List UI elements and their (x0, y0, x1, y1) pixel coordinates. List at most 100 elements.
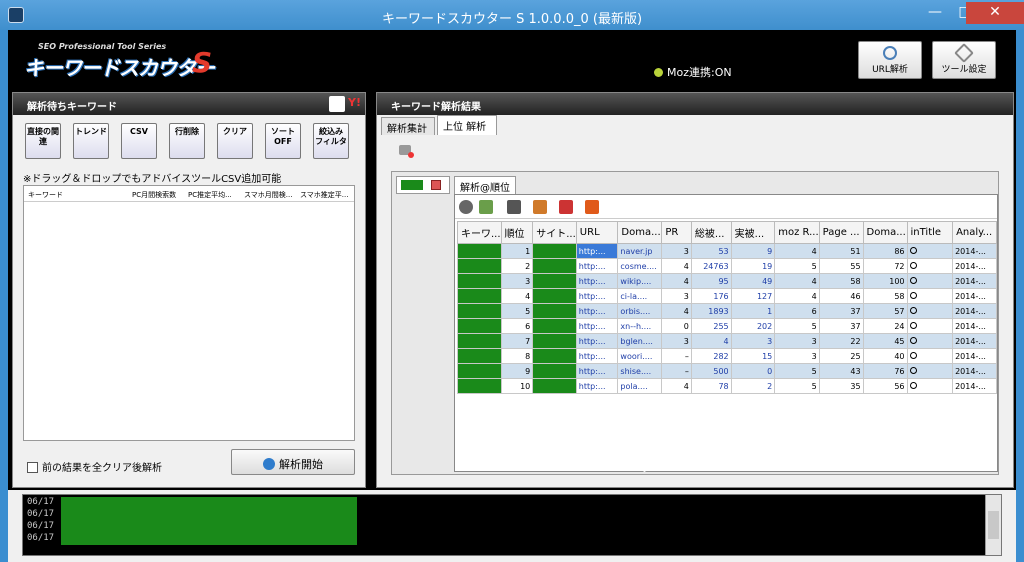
sort-off-button[interactable]: ソートOFF (265, 123, 301, 159)
col-real-backlinks-header[interactable]: 実被... (730, 221, 776, 244)
cell-pr[interactable]: – (661, 348, 692, 364)
cell-page-authority[interactable]: 37 (818, 303, 864, 319)
export-icon[interactable] (479, 200, 493, 214)
keyword-list[interactable]: キーワード PC月間検索数 PC推定平均... スマホ月間検... スマホ推定平… (23, 185, 355, 441)
cell-real-backlinks[interactable]: 202 (730, 318, 776, 334)
cell-analysis-date[interactable]: 2014-... (952, 318, 997, 334)
cell-intitle[interactable] (906, 303, 954, 319)
cell-total-backlinks[interactable]: 1893 (690, 303, 732, 319)
cell-rank[interactable]: 6 (500, 318, 534, 334)
cell-total-backlinks[interactable]: 255 (690, 318, 732, 334)
cell-url[interactable]: http:... (575, 273, 619, 289)
cell-total-backlinks[interactable]: 78 (690, 378, 732, 394)
cell-keyword[interactable] (457, 303, 502, 319)
table-row[interactable]: 7 http:... bglen.... 3 4 3 3 22 45 2014-... (457, 333, 997, 349)
cell-domain-authority[interactable]: 57 (862, 303, 908, 319)
cell-page-authority[interactable]: 22 (818, 333, 864, 349)
cell-analysis-date[interactable]: 2014-... (952, 363, 997, 379)
cell-real-backlinks[interactable]: 1 (730, 303, 776, 319)
cell-keyword[interactable] (457, 318, 502, 334)
cell-intitle[interactable] (906, 378, 954, 394)
col-sp-avg[interactable]: スマホ推定平... (300, 190, 348, 200)
cell-moz-rank[interactable]: 5 (774, 258, 820, 274)
cell-moz-rank[interactable]: 4 (774, 243, 820, 259)
cell-pr[interactable]: – (661, 363, 692, 379)
cell-domain-authority[interactable]: 100 (862, 273, 908, 289)
start-analysis-button[interactable]: 解析開始 (231, 449, 355, 475)
cell-site[interactable] (532, 243, 577, 259)
cell-rank[interactable]: 4 (500, 288, 534, 304)
cell-site[interactable] (532, 288, 577, 304)
cell-analysis-date[interactable]: 2014-... (952, 333, 997, 349)
cell-moz-rank[interactable]: 4 (774, 288, 820, 304)
cell-real-backlinks[interactable]: 3 (730, 333, 776, 349)
cell-site[interactable] (532, 258, 577, 274)
cell-site[interactable] (532, 303, 577, 319)
cell-domain-authority[interactable]: 56 (862, 378, 908, 394)
ip-icon[interactable] (585, 200, 599, 214)
cell-pr[interactable]: 4 (661, 273, 692, 289)
col-moz-rank-header[interactable]: moz R... (774, 221, 820, 244)
cell-rank[interactable]: 5 (500, 303, 534, 319)
cell-domain-authority[interactable]: 58 (862, 288, 908, 304)
cell-domain[interactable]: cosme.... (617, 258, 663, 274)
clear-before-analysis-checkbox[interactable]: 前の結果を全クリア後解析 (27, 459, 162, 474)
cell-site[interactable] (532, 318, 577, 334)
table-row[interactable]: 10 http:... pola.... 4 78 2 5 35 56 2014-... (457, 378, 997, 394)
cell-intitle[interactable] (906, 273, 954, 289)
cell-rank[interactable]: 7 (500, 333, 534, 349)
cell-rank[interactable]: 9 (500, 363, 534, 379)
cell-domain-authority[interactable]: 45 (862, 333, 908, 349)
cell-analysis-date[interactable]: 2014-... (952, 258, 997, 274)
cell-url[interactable]: http:... (575, 348, 619, 364)
col-analysis-date-header[interactable]: Analy... (952, 221, 997, 244)
cell-moz-rank[interactable]: 3 (774, 333, 820, 349)
cell-analysis-date[interactable]: 2014-... (952, 303, 997, 319)
table-row[interactable]: 8 http:... woori.... –282 15 3 25 40 2014-... (457, 348, 997, 364)
tab-summary[interactable]: 解析集計 (381, 117, 435, 135)
cell-url[interactable]: http:... (575, 333, 619, 349)
cell-real-backlinks[interactable]: 127 (730, 288, 776, 304)
col-domain-authority-header[interactable]: Doma... (862, 221, 908, 244)
col-site-header[interactable]: サイト... (532, 221, 577, 244)
cell-domain-authority[interactable]: 72 (862, 258, 908, 274)
delete-row-button[interactable]: 行削除 (169, 123, 205, 159)
cell-domain[interactable]: wikip.... (617, 273, 663, 289)
cell-site[interactable] (532, 348, 577, 364)
cell-domain-authority[interactable]: 76 (862, 363, 908, 379)
cell-url[interactable]: http:... (575, 378, 619, 394)
cell-total-backlinks[interactable]: 95 (690, 273, 732, 289)
cell-real-backlinks[interactable]: 15 (730, 348, 776, 364)
keyword-side-tab[interactable] (396, 176, 450, 194)
col-total-backlinks-header[interactable]: 総被... (690, 221, 732, 244)
table-row[interactable]: 2 http:... cosme.... 4 24763 19 5 55 72 2014-... (457, 258, 997, 274)
col-url-header[interactable]: URL (575, 221, 619, 244)
cell-moz-rank[interactable]: 5 (774, 378, 820, 394)
cell-moz-rank[interactable]: 4 (774, 273, 820, 289)
cell-pr[interactable]: 0 (661, 318, 692, 334)
cell-url[interactable]: http:... (575, 243, 619, 259)
cell-domain[interactable]: xn--h.... (617, 318, 663, 334)
cell-domain-authority[interactable]: 86 (862, 243, 908, 259)
cell-total-backlinks[interactable]: 500 (690, 363, 732, 379)
tool-settings-button[interactable]: ツール設定 (932, 41, 996, 79)
cell-analysis-date[interactable]: 2014-... (952, 378, 997, 394)
cell-site[interactable] (532, 378, 577, 394)
cell-domain[interactable]: ci-la.... (617, 288, 663, 304)
cell-real-backlinks[interactable]: 49 (730, 273, 776, 289)
log-scrollbar[interactable] (985, 495, 1001, 555)
col-rank-header[interactable]: 順位 (500, 221, 534, 244)
cell-keyword[interactable] (457, 363, 502, 379)
cell-url[interactable]: http:... (575, 363, 619, 379)
stop-icon[interactable] (459, 200, 473, 214)
cell-url[interactable]: http:... (575, 303, 619, 319)
cell-intitle[interactable] (906, 318, 954, 334)
cell-moz-rank[interactable]: 6 (774, 303, 820, 319)
clear-button[interactable]: クリア (217, 123, 253, 159)
cell-domain[interactable]: woori.... (617, 348, 663, 364)
cell-url[interactable]: http:... (575, 318, 619, 334)
col-intitle-header[interactable]: inTitle (906, 221, 954, 244)
tab-rank-analysis[interactable]: 解析@順位 (454, 176, 516, 194)
csv-export-icon[interactable] (559, 200, 573, 214)
cell-intitle[interactable] (906, 363, 954, 379)
